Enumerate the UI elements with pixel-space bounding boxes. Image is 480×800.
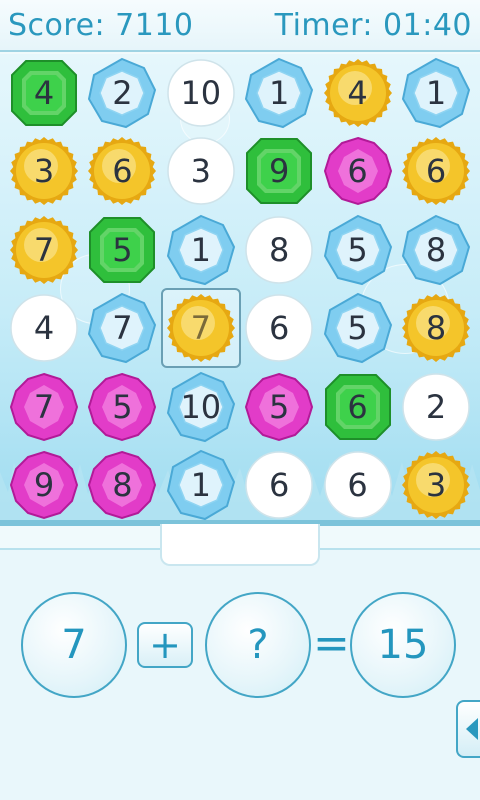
blue-gem-tile[interactable]: 5 bbox=[322, 214, 394, 286]
tile-number: 8 bbox=[112, 466, 133, 504]
tile-number: 6 bbox=[112, 152, 133, 191]
equals-sign: = bbox=[313, 618, 350, 669]
blue-gem-tile[interactable]: 5 bbox=[322, 292, 394, 364]
white-gem-tile[interactable]: 6 bbox=[243, 292, 315, 364]
tile-number: 7 bbox=[33, 387, 55, 426]
tile-number: 8 bbox=[425, 309, 447, 348]
tile-number: 7 bbox=[190, 309, 211, 348]
tile-number: 4 bbox=[33, 309, 55, 348]
tile-number: 2 bbox=[112, 74, 133, 112]
operator-button[interactable]: + bbox=[137, 622, 193, 668]
tile-number: 6 bbox=[347, 152, 368, 191]
gold-gem-tile[interactable]: 6 bbox=[400, 135, 472, 207]
green-gem-tile[interactable]: 4 bbox=[8, 57, 80, 129]
triangle-left-icon bbox=[466, 718, 478, 740]
blue-gem-tile[interactable]: 1 bbox=[400, 57, 472, 129]
tile-number: 2 bbox=[425, 387, 447, 426]
timer-display: Timer: 01:40 bbox=[274, 8, 472, 43]
white-gem-tile[interactable]: 6 bbox=[322, 449, 394, 521]
side-panel-button[interactable] bbox=[456, 700, 480, 758]
blue-gem-tile[interactable]: 1 bbox=[165, 214, 237, 286]
tile-number: 5 bbox=[347, 230, 368, 269]
blue-gem-tile[interactable]: 2 bbox=[86, 57, 158, 129]
white-gem-tile[interactable]: 3 bbox=[165, 135, 237, 207]
magenta-gem-tile[interactable]: 9 bbox=[8, 449, 80, 521]
gold-gem-tile[interactable]: 4 bbox=[322, 57, 394, 129]
tile-number: 6 bbox=[425, 152, 447, 191]
magenta-gem-tile[interactable]: 6 bbox=[322, 135, 394, 207]
tile-number: 6 bbox=[269, 309, 290, 348]
equation-left-operand[interactable]: 7 bbox=[21, 592, 127, 698]
white-gem-tile[interactable]: 6 bbox=[243, 449, 315, 521]
gold-gem-tile[interactable]: 3 bbox=[8, 135, 80, 207]
tile-number: 7 bbox=[33, 230, 55, 269]
panel-tab bbox=[160, 524, 320, 566]
tile-number: 5 bbox=[112, 387, 133, 426]
tile-number: 3 bbox=[425, 466, 447, 504]
blue-gem-tile[interactable]: 1 bbox=[165, 449, 237, 521]
tile-number: 8 bbox=[269, 230, 290, 269]
magenta-gem-tile[interactable]: 5 bbox=[86, 371, 158, 443]
tile-number: 6 bbox=[347, 387, 368, 426]
blue-gem-tile[interactable]: 1 bbox=[243, 57, 315, 129]
gold-gem-tile[interactable]: 7 bbox=[8, 214, 80, 286]
gold-gem-tile[interactable]: 3 bbox=[400, 449, 472, 521]
tile-number: 3 bbox=[33, 152, 55, 191]
green-gem-tile[interactable]: 5 bbox=[86, 214, 158, 286]
tile-number: 1 bbox=[190, 466, 211, 504]
tile-number: 9 bbox=[33, 466, 55, 504]
blue-gem-tile[interactable]: 7 bbox=[86, 292, 158, 364]
white-gem-tile[interactable]: 4 bbox=[8, 292, 80, 364]
gold-gem-tile[interactable]: 8 bbox=[400, 292, 472, 364]
tile-number: 1 bbox=[425, 74, 447, 112]
score-display: Score: 7110 bbox=[8, 8, 194, 43]
tile-number: 5 bbox=[347, 309, 368, 348]
tile-number: 6 bbox=[347, 466, 368, 504]
tile-number: 5 bbox=[269, 387, 290, 426]
blue-gem-tile[interactable]: 8 bbox=[400, 214, 472, 286]
magenta-gem-tile[interactable]: 5 bbox=[243, 371, 315, 443]
white-gem-tile[interactable]: 10 bbox=[165, 57, 237, 129]
tile-number: 6 bbox=[269, 466, 290, 504]
tile-number: 9 bbox=[269, 152, 290, 191]
equation-unknown-slot[interactable]: ? bbox=[205, 592, 311, 698]
magenta-gem-tile[interactable]: 8 bbox=[86, 449, 158, 521]
tile-number: 10 bbox=[180, 387, 222, 426]
tile-number: 4 bbox=[33, 74, 55, 112]
blue-gem-tile[interactable]: 10 bbox=[165, 371, 237, 443]
white-gem-tile[interactable]: 8 bbox=[243, 214, 315, 286]
tile-number: 1 bbox=[269, 74, 290, 112]
tile-number: 10 bbox=[180, 74, 222, 112]
tile-number: 1 bbox=[190, 230, 211, 269]
tile-number: 3 bbox=[190, 152, 211, 191]
tile-number: 7 bbox=[112, 309, 133, 348]
green-gem-tile[interactable]: 9 bbox=[243, 135, 315, 207]
equation-result: 15 bbox=[350, 592, 456, 698]
tile-number: 8 bbox=[425, 230, 447, 269]
header-bar: Score: 7110 Timer: 01:40 bbox=[0, 0, 480, 52]
green-gem-tile[interactable]: 6 bbox=[322, 371, 394, 443]
gold-gem-tile[interactable]: 7 bbox=[160, 288, 241, 369]
gold-gem-tile[interactable]: 6 bbox=[86, 135, 158, 207]
tile-number: 5 bbox=[112, 230, 133, 269]
tile-number: 4 bbox=[347, 74, 368, 112]
white-gem-tile[interactable]: 2 bbox=[400, 371, 472, 443]
magenta-gem-tile[interactable]: 7 bbox=[8, 371, 80, 443]
